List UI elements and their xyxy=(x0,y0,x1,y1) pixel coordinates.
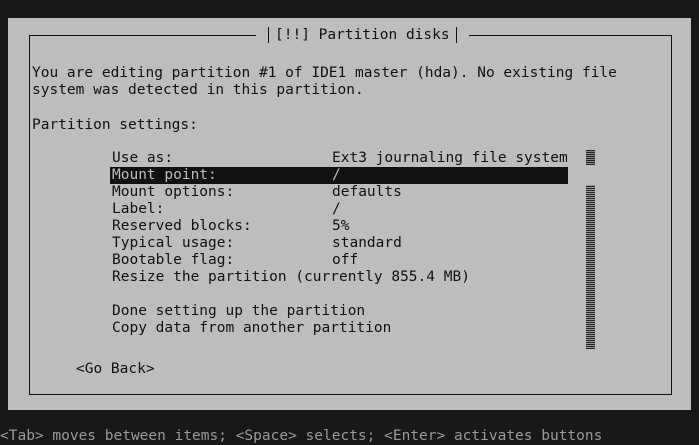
setting-bootable-flag[interactable]: Bootable flag: off xyxy=(110,252,568,269)
setting-typical-usage[interactable]: Typical usage: standard xyxy=(110,235,568,252)
copy-data-action[interactable]: Copy data from another partition xyxy=(110,320,568,337)
intro-text-line-1: You are editing partition #1 of IDE1 mas… xyxy=(32,65,617,81)
resize-partition-action[interactable]: Resize the partition (currently 855.4 MB… xyxy=(110,269,568,286)
setting-key: Use as: xyxy=(112,150,174,166)
action-label: Done setting up the partition xyxy=(112,303,366,319)
installer-screen: [!!] Partition disks You are editing par… xyxy=(0,0,699,445)
setting-key: Bootable flag: xyxy=(112,252,235,268)
settings-heading: Partition settings: xyxy=(32,117,198,133)
dialog-title: [!!] Partition disks xyxy=(275,27,450,43)
setting-value: standard xyxy=(332,235,402,251)
setting-key: Mount point: xyxy=(112,167,217,183)
keyboard-hint-bar: <Tab> moves between items; <Space> selec… xyxy=(0,428,603,444)
setting-key: Reserved blocks: xyxy=(112,218,252,234)
go-back-button[interactable]: <Go Back> xyxy=(76,361,155,378)
setting-key: Label: xyxy=(112,201,165,217)
setting-value: Ext3 journaling file system xyxy=(332,150,568,166)
setting-value: / xyxy=(332,167,341,183)
setting-mount-options[interactable]: Mount options: defaults xyxy=(110,184,568,201)
dialog-title-box: [!!] Partition disks xyxy=(256,27,469,43)
done-setting-up-action[interactable]: Done setting up the partition xyxy=(110,303,568,320)
setting-value: off xyxy=(332,252,359,268)
setting-reserved-blocks[interactable]: Reserved blocks: 5% xyxy=(110,218,568,235)
action-label: Copy data from another partition xyxy=(112,320,392,336)
setting-use-as[interactable]: Use as: Ext3 journaling file system xyxy=(110,150,568,167)
intro-text-line-2: system was detected in this partition. xyxy=(32,82,364,98)
action-label: Resize the partition (currently 855.4 MB… xyxy=(112,269,470,285)
setting-key: Typical usage: xyxy=(112,235,235,251)
scrollbar-thumb[interactable] xyxy=(586,150,595,165)
setting-mount-point[interactable]: Mount point: / xyxy=(110,167,568,184)
setting-value: defaults xyxy=(332,184,402,200)
scrollbar-track[interactable] xyxy=(586,185,595,349)
setting-label[interactable]: Label: / xyxy=(110,201,568,218)
partition-dialog: [!!] Partition disks You are editing par… xyxy=(8,18,691,410)
setting-value: 5% xyxy=(332,218,350,234)
setting-key: Mount options: xyxy=(112,184,235,200)
setting-value: / xyxy=(332,201,341,217)
